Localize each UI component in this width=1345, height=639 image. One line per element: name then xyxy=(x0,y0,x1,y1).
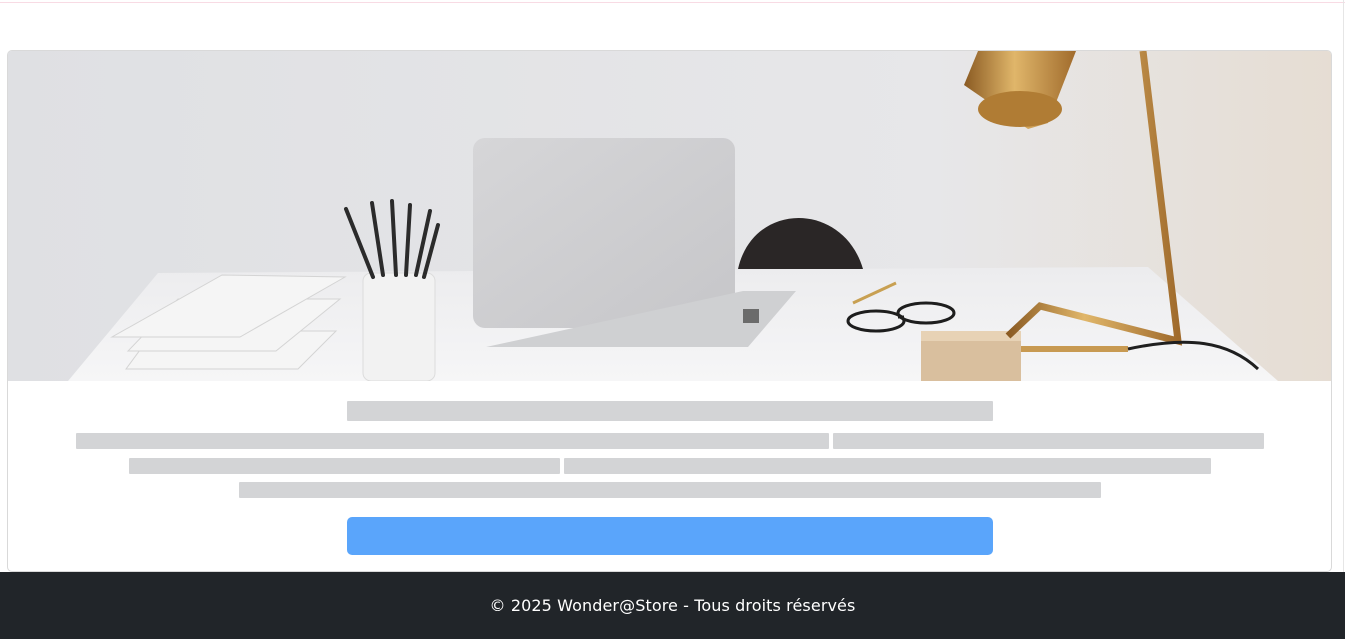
product-card xyxy=(7,50,1332,572)
skeleton-line xyxy=(239,482,1101,498)
scroll-edge xyxy=(1343,0,1344,572)
cta-button-placeholder[interactable] xyxy=(347,517,993,555)
skeleton-line xyxy=(129,458,560,474)
skeleton-line xyxy=(833,433,1264,449)
hero-image xyxy=(8,51,1331,381)
skeleton-title xyxy=(347,401,993,421)
top-divider xyxy=(0,2,1345,3)
footer-copyright: © 2025 Wonder@Store - Tous droits réserv… xyxy=(489,596,856,615)
skeleton-line xyxy=(564,458,1211,474)
skeleton-line xyxy=(76,433,829,449)
site-footer: © 2025 Wonder@Store - Tous droits réserv… xyxy=(0,572,1345,639)
